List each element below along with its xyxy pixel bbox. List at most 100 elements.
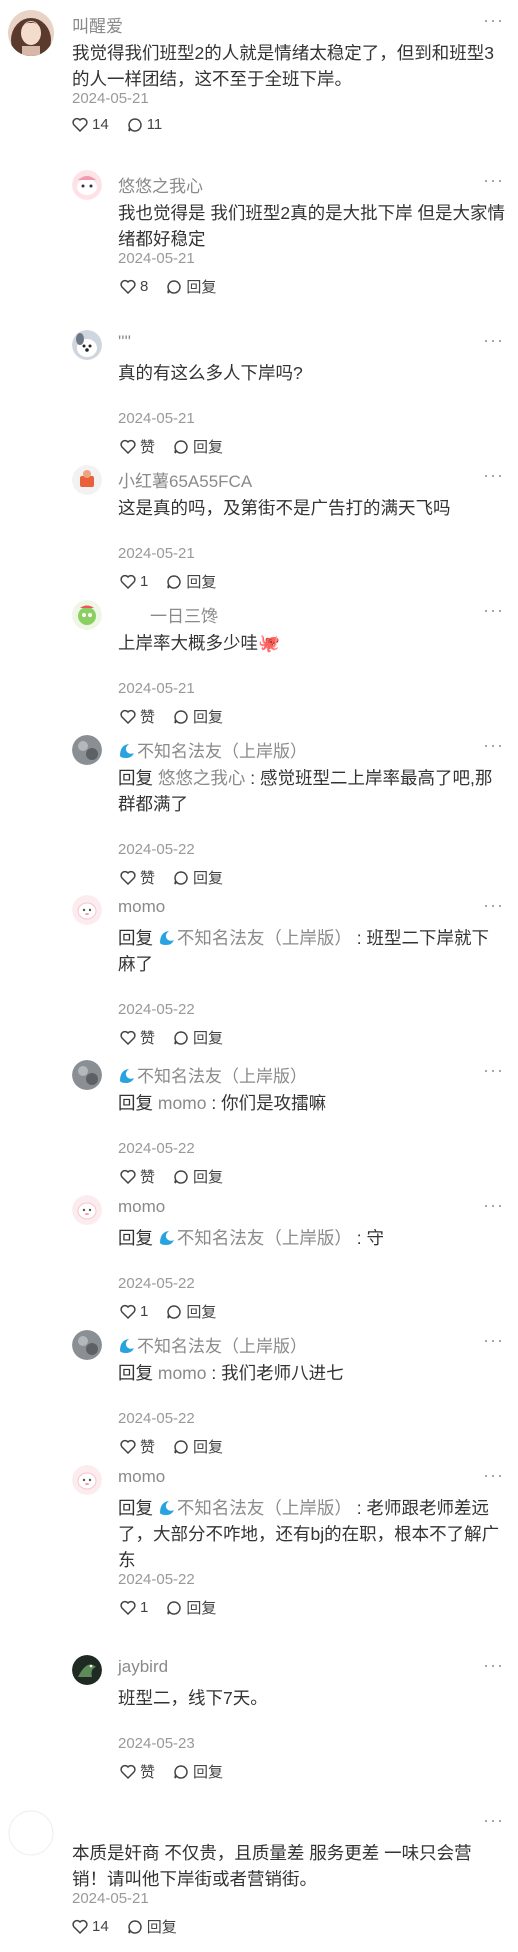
more-options-icon[interactable]: ··· bbox=[483, 1655, 504, 1676]
cartoon-avatar[interactable] bbox=[72, 170, 102, 200]
more-options-icon[interactable]: ··· bbox=[483, 170, 504, 191]
gray-avatar[interactable] bbox=[72, 1330, 102, 1360]
reply-prefix: 回复 bbox=[118, 1498, 153, 1518]
username[interactable]: jaybird bbox=[118, 1657, 168, 1677]
username-text: 小红薯65A55FCA bbox=[118, 472, 253, 491]
more-options-icon[interactable]: ··· bbox=[483, 1810, 504, 1831]
reply-content: 我也觉得是 我们班型2真的是大批下岸 但是大家情绪都好稳定 bbox=[118, 200, 506, 252]
reply-label: 回复 bbox=[193, 1030, 224, 1047]
username[interactable]: momo bbox=[118, 897, 165, 917]
pink-avatar[interactable] bbox=[72, 1195, 102, 1225]
reply-target-name: 不知名法友（上岸版） bbox=[176, 928, 352, 948]
reply-text: 这是真的吗，及第街不是广告打的满天飞吗 bbox=[118, 498, 451, 518]
reply-actions: 赞 回复 bbox=[120, 1027, 223, 1048]
more-options-icon[interactable]: ··· bbox=[483, 1465, 504, 1486]
like-button[interactable]: 赞 bbox=[120, 436, 155, 457]
reply-target-user[interactable]: 不知名法友（上岸版） bbox=[158, 1228, 352, 1248]
reply-button[interactable]: 回复 bbox=[166, 571, 216, 592]
reply-target-name: momo bbox=[157, 1363, 207, 1383]
reply-button[interactable]: 回复 bbox=[173, 1761, 223, 1782]
username[interactable]: momo bbox=[118, 1467, 165, 1487]
reply-target-user[interactable]: 不知名法友（上岸版） bbox=[158, 1498, 352, 1518]
girl-portrait-avatar[interactable] bbox=[8, 10, 54, 56]
bird-avatar[interactable] bbox=[72, 1655, 102, 1685]
like-label: 赞 bbox=[140, 870, 156, 887]
username[interactable]: 小红薯65A55FCA bbox=[118, 467, 252, 492]
reply-actions: 赞 回复 bbox=[120, 1166, 223, 1187]
username[interactable]: '''' bbox=[118, 332, 131, 352]
more-options-icon[interactable]: ··· bbox=[483, 895, 504, 916]
dog-avatar[interactable] bbox=[72, 330, 102, 360]
reply-button[interactable]: 回复 bbox=[173, 1166, 223, 1187]
like-label: 8 bbox=[140, 278, 149, 295]
like-button[interactable]: 赞 bbox=[120, 1436, 155, 1457]
username[interactable]: 一日三馋 bbox=[150, 602, 218, 627]
reply-button[interactable]: 回复 bbox=[173, 706, 223, 727]
like-button[interactable]: 赞 bbox=[120, 867, 155, 888]
username[interactable]: momo bbox=[118, 1197, 165, 1217]
username[interactable]: 叫醒爱 bbox=[72, 12, 123, 37]
reply-button[interactable]: 回复 bbox=[166, 276, 216, 297]
comment-bubble-icon bbox=[174, 1030, 188, 1045]
more-options-icon[interactable]: ··· bbox=[483, 330, 504, 351]
reply-date: 2024-05-22 bbox=[118, 1001, 195, 1018]
cartoon-green-avatar[interactable] bbox=[72, 600, 102, 630]
pink-avatar[interactable] bbox=[72, 895, 102, 925]
comment-bubble-icon bbox=[127, 117, 142, 132]
gray-avatar[interactable] bbox=[72, 1060, 102, 1090]
reply-button[interactable]: 回复 bbox=[173, 1436, 223, 1457]
gray-avatar[interactable] bbox=[72, 735, 102, 765]
reply-button[interactable]: 回复 bbox=[166, 1301, 216, 1322]
heart-icon bbox=[120, 870, 136, 885]
reply-button[interactable]: 回复 bbox=[173, 436, 223, 457]
comment-bubble-icon bbox=[167, 1600, 182, 1615]
blank-avatar[interactable] bbox=[8, 1810, 54, 1856]
like-button[interactable]: 赞 bbox=[120, 1027, 155, 1048]
like-label: 赞 bbox=[140, 709, 156, 726]
reply-button[interactable]: 回复 bbox=[173, 1027, 223, 1048]
reply-text: 上岸率大概多少哇 bbox=[118, 633, 258, 653]
reply-text: 班型二，线下7天。 bbox=[118, 1688, 268, 1708]
like-button[interactable]: 赞 bbox=[120, 706, 155, 727]
reply-button[interactable]: 回复 bbox=[127, 1916, 177, 1937]
reply-target-user[interactable]: momo bbox=[158, 1363, 207, 1383]
more-options-icon[interactable]: ··· bbox=[483, 600, 504, 621]
reply-label: 回复 bbox=[146, 1919, 177, 1936]
like-button[interactable]: 1 bbox=[120, 1599, 148, 1616]
reply-target-user[interactable]: 不知名法友（上岸版） bbox=[158, 928, 352, 948]
reply-count-button[interactable]: 11 bbox=[127, 116, 162, 133]
like-button[interactable]: 14 bbox=[72, 116, 109, 133]
octopus-emoji-icon: 🐙 bbox=[258, 633, 280, 653]
username[interactable]: 不知名法友（上岸版） bbox=[118, 737, 307, 762]
username[interactable]: 不知名法友（上岸版） bbox=[118, 1062, 307, 1087]
wave-badge-icon bbox=[159, 1231, 174, 1245]
heart-icon bbox=[120, 279, 136, 294]
username[interactable]: 不知名法友（上岸版） bbox=[118, 1332, 307, 1357]
username[interactable]: 悠悠之我心 bbox=[118, 172, 203, 197]
like-button[interactable]: 14 bbox=[72, 1918, 109, 1935]
like-button[interactable]: 8 bbox=[120, 278, 148, 295]
more-options-icon[interactable]: ··· bbox=[483, 1195, 504, 1216]
reply-target-user[interactable]: 悠悠之我心 bbox=[158, 768, 246, 788]
more-options-icon[interactable]: ··· bbox=[483, 1060, 504, 1081]
like-button[interactable]: 1 bbox=[120, 1303, 148, 1320]
like-label: 赞 bbox=[140, 439, 156, 456]
default-avatar[interactable] bbox=[72, 465, 102, 495]
reply-text: : 守 bbox=[351, 1228, 384, 1248]
reply-text: : 我们老师八进七 bbox=[206, 1363, 344, 1383]
reply-date: 2024-05-21 bbox=[118, 250, 195, 267]
more-options-icon[interactable]: ··· bbox=[483, 735, 504, 756]
reply-target-user[interactable]: momo bbox=[158, 1093, 207, 1113]
more-options-icon[interactable]: ··· bbox=[483, 465, 504, 486]
heart-icon bbox=[120, 1439, 136, 1454]
more-options-icon[interactable]: ··· bbox=[483, 10, 504, 31]
reply-button[interactable]: 回复 bbox=[166, 1597, 216, 1618]
username-text: 一日三馋 bbox=[150, 607, 218, 626]
like-button[interactable]: 1 bbox=[120, 573, 148, 590]
more-options-icon[interactable]: ··· bbox=[483, 1330, 504, 1351]
reply-button[interactable]: 回复 bbox=[173, 867, 223, 888]
reply-label: 回复 bbox=[193, 439, 224, 456]
like-button[interactable]: 赞 bbox=[120, 1166, 155, 1187]
pink-avatar[interactable] bbox=[72, 1465, 102, 1495]
like-button[interactable]: 赞 bbox=[120, 1761, 155, 1782]
